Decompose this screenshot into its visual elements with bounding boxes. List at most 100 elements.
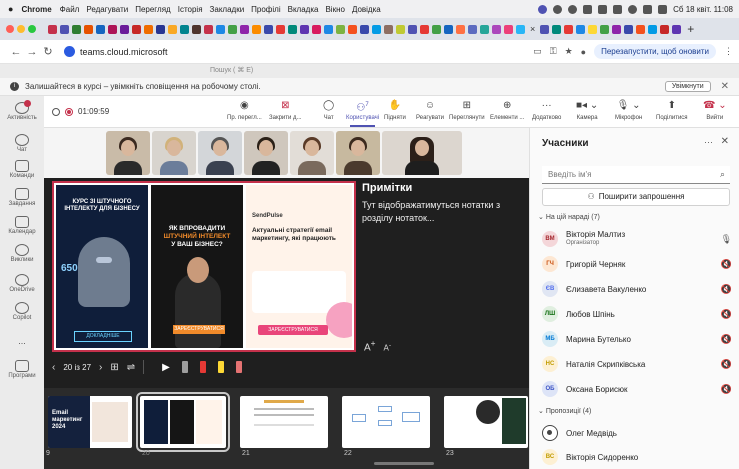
teams-search-input[interactable]: Пошук ( ⌘ E) xyxy=(210,66,330,76)
tab-favicon[interactable] xyxy=(204,24,213,34)
tab-favicon[interactable] xyxy=(72,24,81,34)
menubar-datetime[interactable]: Сб 18 квіт. 11:08 xyxy=(673,5,733,14)
tab-favicon[interactable] xyxy=(324,24,333,34)
tab-favicon[interactable] xyxy=(288,24,297,34)
rail-item-teams[interactable]: Команди xyxy=(0,160,44,179)
close-icon[interactable]: ✕ xyxy=(721,136,729,147)
filmstrip-scrollbar[interactable] xyxy=(374,462,434,465)
leave-button[interactable]: ☎ ⌄ Вийти xyxy=(703,99,727,121)
status-icon[interactable] xyxy=(568,4,578,14)
tab-favicon[interactable] xyxy=(492,24,501,34)
relaunch-button[interactable]: Перезапустити, щоб оновити xyxy=(594,44,716,59)
participant-video[interactable] xyxy=(382,131,462,175)
grid-view-icon[interactable]: ⊞ xyxy=(110,362,118,373)
tab-favicon[interactable] xyxy=(564,24,574,34)
profile-icon[interactable]: ● xyxy=(581,47,586,57)
search-icon[interactable] xyxy=(643,4,653,14)
slide-thumbnail[interactable] xyxy=(240,396,328,448)
tab-favicon[interactable] xyxy=(396,24,405,34)
eraser-icon[interactable] xyxy=(181,361,188,373)
increase-font-icon[interactable]: A+ xyxy=(364,338,376,353)
tab-favicon[interactable] xyxy=(228,24,237,34)
tab-favicon[interactable] xyxy=(576,24,586,34)
tab-favicon[interactable] xyxy=(372,24,381,34)
rail-item-tasks[interactable]: Завдання xyxy=(0,188,44,207)
participant-video[interactable] xyxy=(290,131,334,175)
tab-favicon[interactable] xyxy=(468,24,477,34)
people-button[interactable]: ⚇7 Користувачі xyxy=(346,99,379,127)
prev-slide-icon[interactable]: ‹ xyxy=(52,362,55,373)
status-icon[interactable] xyxy=(583,4,593,14)
tab-favicon[interactable] xyxy=(96,24,105,34)
share-button[interactable]: ⬆ Поділитися xyxy=(656,99,688,121)
cast-icon[interactable]: ▭ xyxy=(533,46,542,57)
tab-favicon[interactable] xyxy=(384,24,393,34)
address-bar[interactable]: teams.cloud.microsoft xyxy=(64,46,168,57)
tab-favicon[interactable] xyxy=(264,24,273,34)
next-slide-icon[interactable]: › xyxy=(99,362,102,373)
suggested-row[interactable]: ВС Вікторія Сидоренко xyxy=(542,446,732,468)
camera-button[interactable]: ■◂ ⌄ Камера xyxy=(576,99,598,121)
tab-favicon[interactable] xyxy=(252,24,261,34)
tab-favicon[interactable] xyxy=(180,24,189,34)
slide-thumbnail[interactable] xyxy=(444,396,528,448)
more-options-icon[interactable]: ··· xyxy=(704,137,713,147)
decrease-font-icon[interactable]: A- xyxy=(384,342,392,353)
bookmark-star-icon[interactable]: ★ xyxy=(565,46,573,57)
microphone-button[interactable]: 🎙 ⌄ Мікрофон xyxy=(615,99,642,121)
menu-tab[interactable]: Вкладка xyxy=(288,5,319,14)
tab-favicon[interactable] xyxy=(588,24,598,34)
teams-status-icon[interactable] xyxy=(538,4,548,14)
tab-favicon[interactable] xyxy=(60,24,69,34)
tab-favicon[interactable] xyxy=(624,24,634,34)
window-close-icon[interactable] xyxy=(6,25,14,33)
participant-row[interactable]: ГЧ Григорій Черняк 🔇 xyxy=(542,253,732,275)
rail-item-onedrive[interactable]: OneDrive xyxy=(0,274,44,293)
slide-thumbnail[interactable] xyxy=(342,396,430,448)
tab-favicon[interactable] xyxy=(408,24,417,34)
key-icon[interactable]: ⚿ xyxy=(550,46,557,57)
enable-notifications-button[interactable]: Увімкнути xyxy=(664,81,711,92)
tab-favicon[interactable] xyxy=(120,24,129,34)
menu-bookmarks[interactable]: Закладки xyxy=(210,5,245,14)
tab-favicon[interactable] xyxy=(540,24,550,34)
address-url[interactable]: teams.cloud.microsoft xyxy=(80,47,168,57)
apple-icon[interactable]: ● xyxy=(8,4,13,14)
red-pen-icon[interactable] xyxy=(199,361,206,373)
menu-help[interactable]: Довідка xyxy=(352,5,381,14)
rail-item-activity[interactable]: Активність xyxy=(0,100,44,121)
participant-video[interactable] xyxy=(152,131,196,175)
stop-sharing-button[interactable]: ⊠ Закрити д... xyxy=(269,99,302,121)
tab-favicon[interactable] xyxy=(144,24,153,34)
status-icon[interactable] xyxy=(613,4,623,14)
tab-favicon[interactable] xyxy=(600,24,610,34)
rail-item-copilot[interactable]: Copilot xyxy=(0,302,44,321)
status-icon[interactable] xyxy=(598,4,608,14)
in-meeting-section[interactable]: ⌄ На цій нараді (7) xyxy=(538,213,600,221)
wifi-icon[interactable] xyxy=(628,4,638,14)
tab-favicon[interactable] xyxy=(672,24,682,34)
tab-favicon[interactable] xyxy=(84,24,93,34)
close-icon[interactable]: ✕ xyxy=(721,81,729,92)
view-button[interactable]: ⊞ Переглянути xyxy=(449,99,485,121)
pink-pen-icon[interactable] xyxy=(235,361,242,373)
tab-favicon[interactable] xyxy=(420,24,429,34)
current-slide[interactable]: КУРС ЗІ ШТУЧНОГО ІНТЕЛЕКТУ ДЛЯ БІЗНЕСУ 6… xyxy=(52,181,356,352)
tab-favicon[interactable] xyxy=(108,24,117,34)
reload-icon[interactable]: ↻ xyxy=(40,45,56,58)
window-zoom-icon[interactable] xyxy=(28,25,36,33)
participant-video[interactable] xyxy=(244,131,288,175)
menu-view[interactable]: Перегляд xyxy=(135,5,171,14)
rail-item-chat[interactable]: Чат xyxy=(0,134,44,153)
participant-row[interactable]: ЄВ Єлизавета Вакуленко 🔇 xyxy=(542,278,732,300)
tab-favicon[interactable] xyxy=(612,24,622,34)
tab-favicon[interactable] xyxy=(276,24,285,34)
participant-search-input[interactable]: Введіть ім'я ⌕ xyxy=(542,166,730,184)
chat-button[interactable]: ◯ Чат xyxy=(323,99,334,121)
tab-favicon[interactable] xyxy=(48,24,57,34)
back-icon[interactable]: ← xyxy=(8,46,24,58)
participant-video[interactable] xyxy=(336,131,380,175)
tab-favicon[interactable] xyxy=(132,24,141,34)
menu-profiles[interactable]: Профілі xyxy=(251,5,280,14)
new-tab-icon[interactable]: + xyxy=(687,22,694,36)
